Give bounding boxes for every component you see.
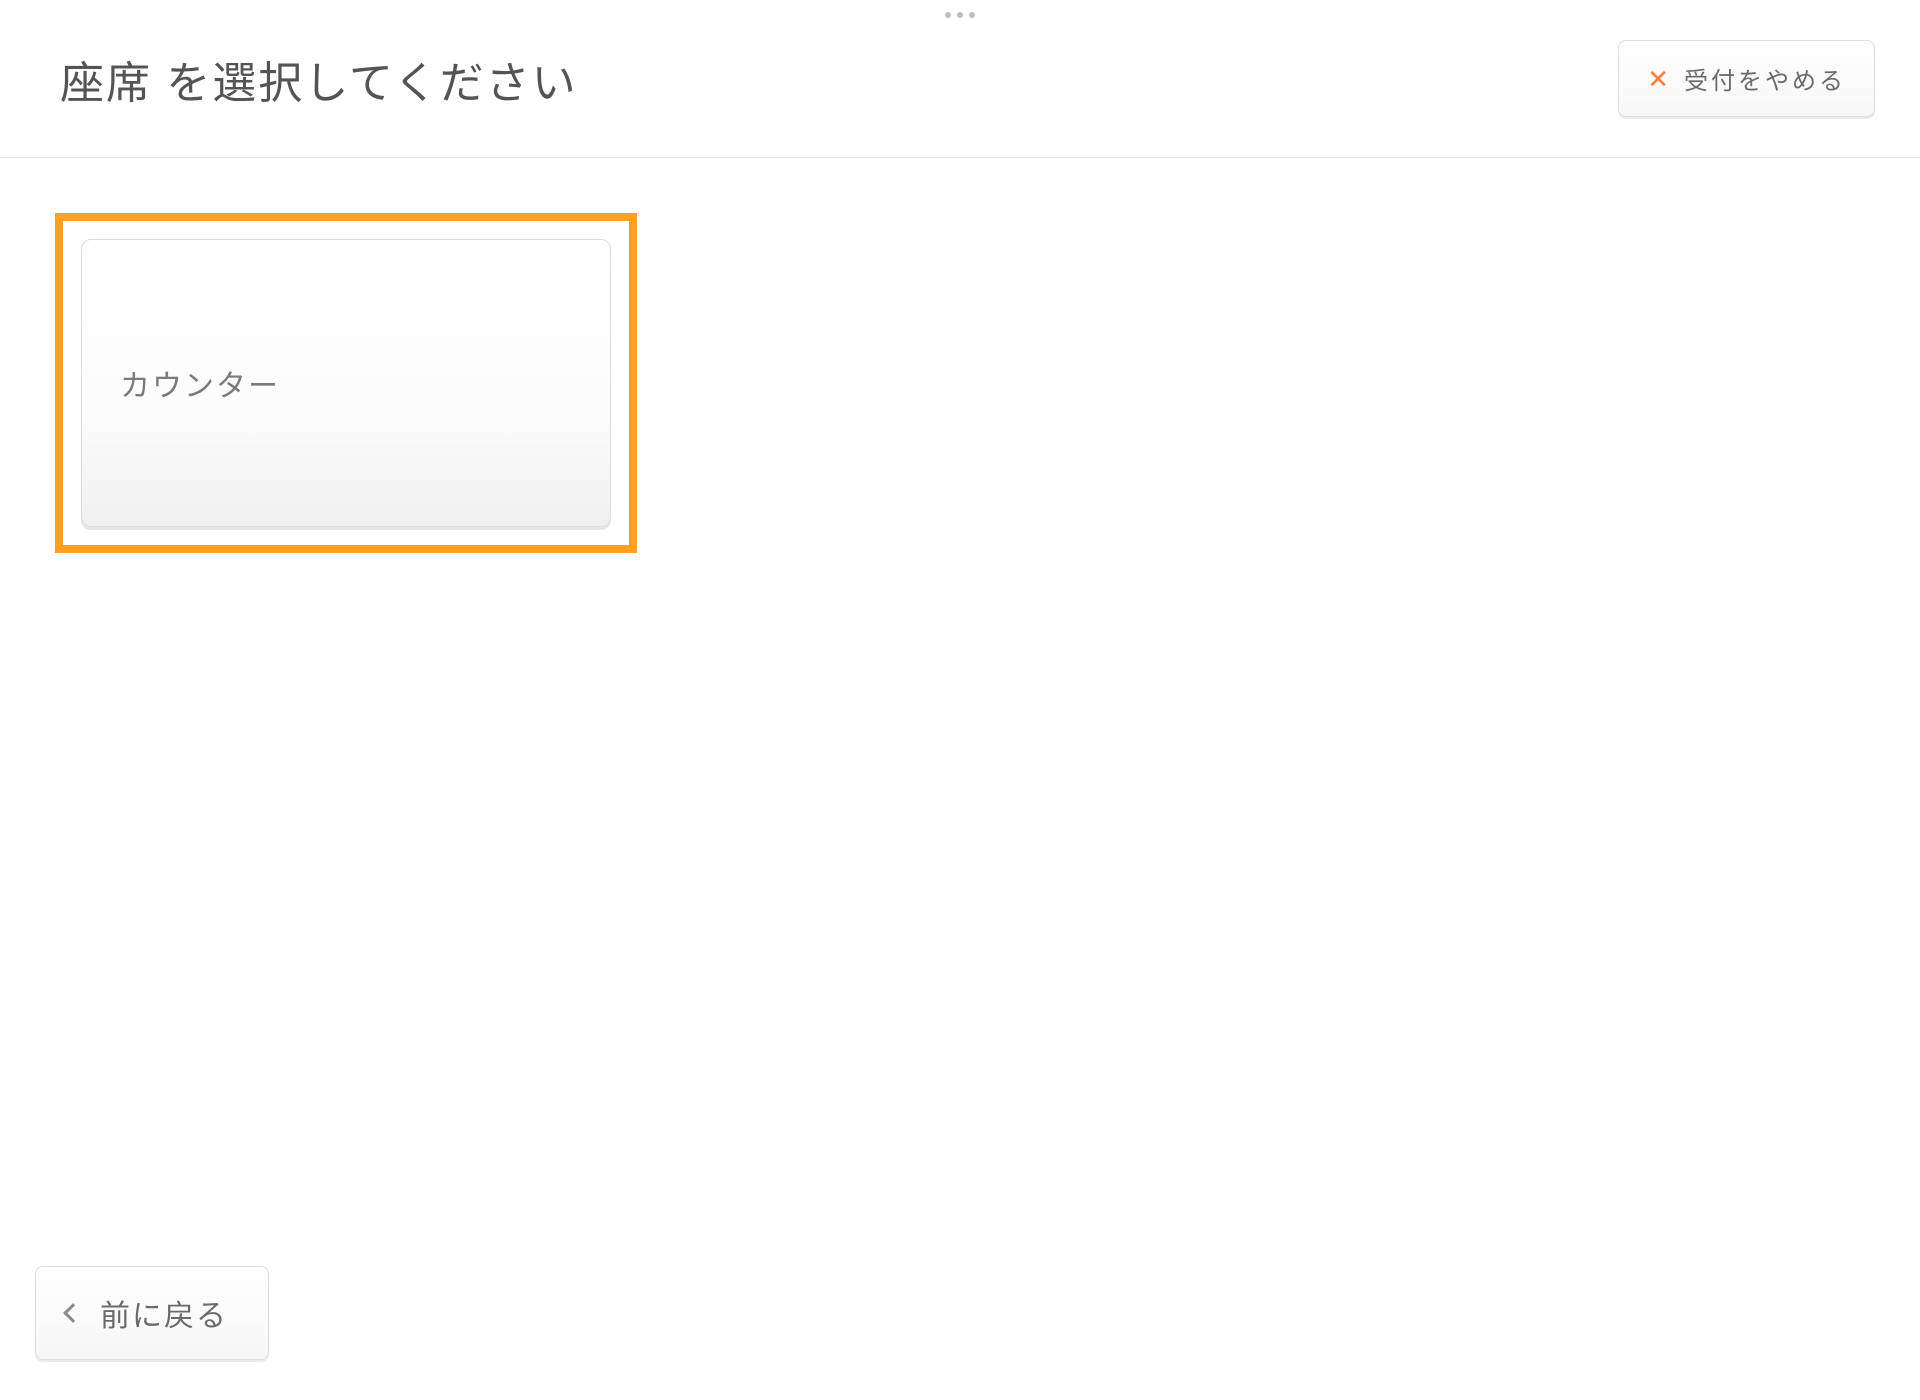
footer: 前に戻る — [35, 1266, 269, 1360]
chevron-left-icon — [63, 1303, 83, 1323]
cancel-reception-button[interactable]: ✕ 受付をやめる — [1618, 40, 1875, 117]
back-button[interactable]: 前に戻る — [35, 1266, 269, 1360]
page-title: 座席 を選択してください — [60, 47, 578, 111]
close-icon: ✕ — [1647, 66, 1672, 92]
cancel-button-label: 受付をやめる — [1684, 61, 1846, 96]
seat-selection-area: カウンター — [0, 158, 1920, 608]
seat-option-selected-frame: カウンター — [55, 213, 637, 553]
drag-handle-dots — [945, 12, 975, 18]
header: 座席 を選択してください ✕ 受付をやめる — [0, 0, 1920, 158]
seat-option-counter[interactable]: カウンター — [81, 239, 611, 527]
back-button-label: 前に戻る — [100, 1291, 228, 1335]
seat-option-label: カウンター — [120, 361, 280, 405]
